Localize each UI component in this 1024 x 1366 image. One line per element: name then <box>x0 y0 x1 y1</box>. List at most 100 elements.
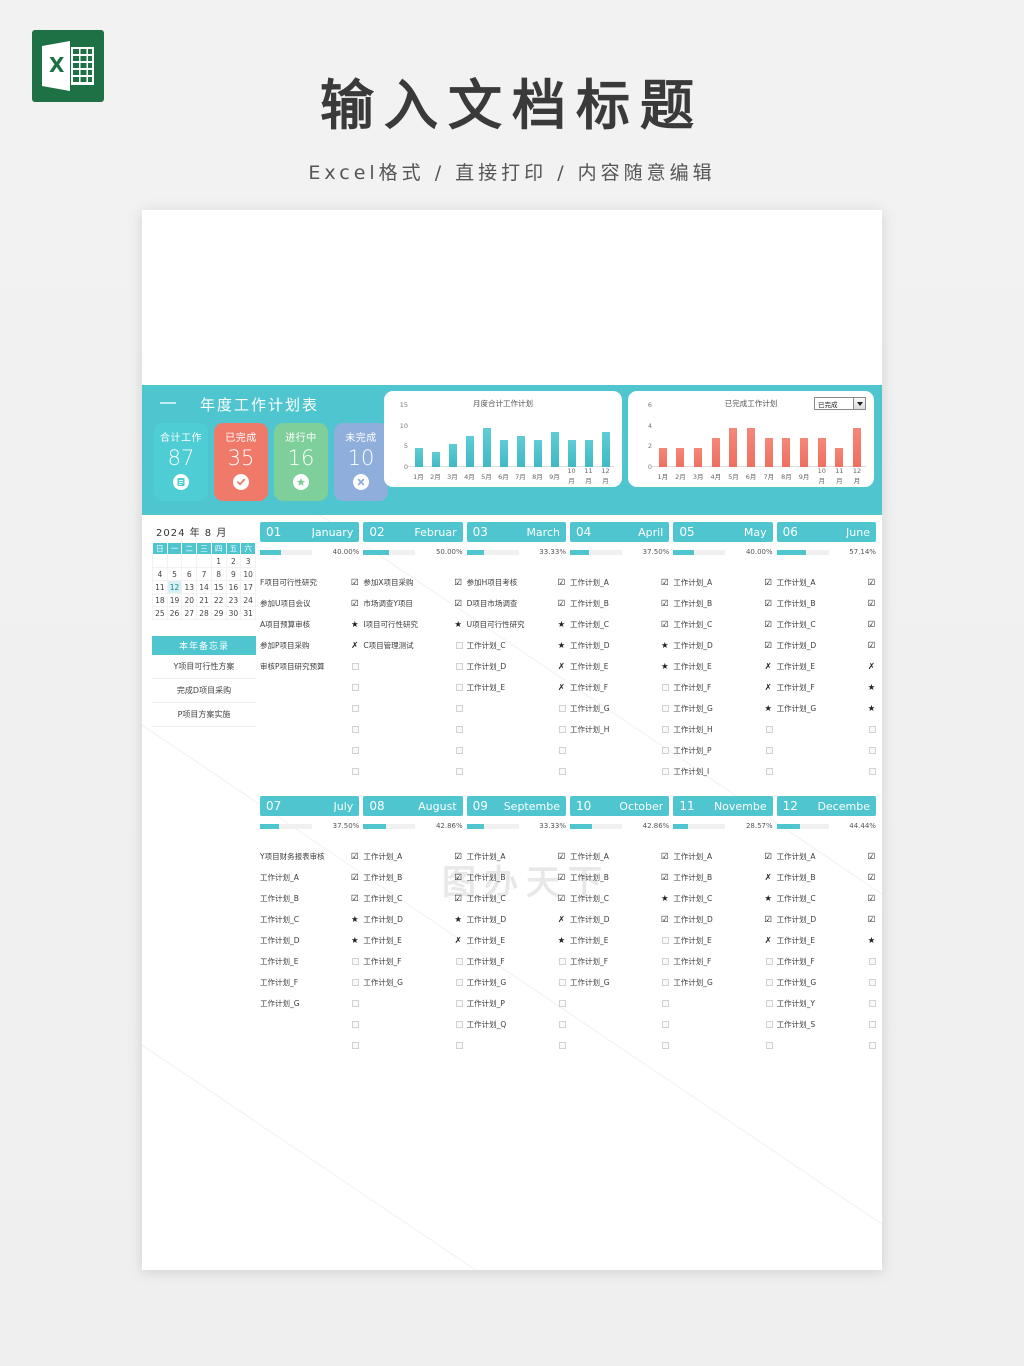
task-row[interactable]: 工作计划_S <box>777 1014 876 1035</box>
task-row[interactable]: 工作计划_G ★ <box>777 698 876 719</box>
task-row[interactable]: 工作计划_F <box>467 951 566 972</box>
checked-icon[interactable]: ☑ <box>454 852 463 862</box>
task-row[interactable]: 工作计划_F <box>260 972 360 993</box>
calendar-day-11[interactable]: 11 <box>152 580 168 594</box>
star-icon[interactable]: ★ <box>660 894 669 904</box>
empty-checkbox-icon[interactable] <box>662 1042 670 1049</box>
task-row[interactable] <box>777 761 876 782</box>
calendar-day-14[interactable]: 14 <box>196 580 212 594</box>
task-row[interactable]: 工作计划_A ☑ <box>570 846 669 867</box>
empty-checkbox-icon[interactable] <box>455 1042 463 1049</box>
checked-icon[interactable]: ☑ <box>660 578 669 588</box>
empty-checkbox-icon[interactable] <box>868 768 876 775</box>
star-icon[interactable]: ★ <box>867 936 876 946</box>
checked-icon[interactable]: ☑ <box>557 578 566 588</box>
task-row[interactable] <box>260 761 360 782</box>
task-row[interactable]: 工作计划_A ☑ <box>777 572 876 593</box>
task-row[interactable]: 工作计划_F ★ <box>777 677 876 698</box>
task-row[interactable] <box>363 761 463 782</box>
task-row[interactable]: 工作计划_F <box>777 951 876 972</box>
checked-icon[interactable]: ☑ <box>764 599 773 609</box>
empty-checkbox-icon[interactable] <box>765 1021 773 1028</box>
checked-icon[interactable]: ☑ <box>557 873 566 883</box>
empty-checkbox-icon[interactable] <box>558 979 566 986</box>
task-row[interactable]: 工作计划_P <box>467 993 566 1014</box>
task-row[interactable] <box>777 719 876 740</box>
calendar-day-24[interactable]: 24 <box>240 593 256 607</box>
calendar-day-9[interactable]: 9 <box>225 567 242 581</box>
task-row[interactable]: 工作计划_G <box>570 972 670 993</box>
empty-checkbox-icon[interactable] <box>455 958 463 965</box>
cross-icon[interactable]: ✗ <box>557 662 566 672</box>
task-row[interactable]: 工作计划_I <box>673 761 773 782</box>
stat-card-incomplete[interactable]: 未完成 10 <box>334 423 388 501</box>
empty-checkbox-icon[interactable] <box>868 1000 876 1007</box>
task-row[interactable]: 参加P项目采购 ✗ <box>260 635 359 656</box>
task-row[interactable] <box>260 1035 360 1056</box>
star-icon[interactable]: ★ <box>660 662 669 672</box>
task-row[interactable] <box>467 698 566 719</box>
task-row[interactable]: 工作计划_B ☑ <box>777 593 876 614</box>
task-row[interactable]: 工作计划_E ✗ <box>673 930 772 951</box>
task-row[interactable]: 工作计划_A ☑ <box>777 846 876 867</box>
task-row[interactable]: 工作计划_G <box>467 972 566 993</box>
calendar-day-28[interactable]: 28 <box>196 606 212 620</box>
task-row[interactable]: A项目预算审核 ★ <box>260 614 359 635</box>
empty-checkbox-icon[interactable] <box>765 979 773 986</box>
task-row[interactable]: 市场调查Y项目 ☑ <box>363 593 462 614</box>
checked-icon[interactable]: ☑ <box>557 852 566 862</box>
memo-item[interactable]: Y项目可行性方案 <box>152 655 256 679</box>
task-row[interactable]: 工作计划_D ✗ <box>467 656 566 677</box>
task-row[interactable] <box>260 698 360 719</box>
calendar-day-18[interactable]: 18 <box>152 593 168 607</box>
empty-checkbox-icon[interactable] <box>352 663 360 670</box>
task-row[interactable]: 工作计划_Q <box>467 1014 566 1035</box>
task-row[interactable] <box>363 719 463 740</box>
star-icon[interactable]: ★ <box>454 620 463 630</box>
task-row[interactable]: 工作计划_E ✗ <box>363 930 462 951</box>
task-row[interactable]: 工作计划_F <box>570 677 670 698</box>
calendar-day-5[interactable]: 5 <box>166 567 183 581</box>
task-row[interactable]: 工作计划_A ☑ <box>673 846 772 867</box>
task-row[interactable]: 工作计划_F <box>363 951 463 972</box>
empty-checkbox-icon[interactable] <box>455 705 463 712</box>
checked-icon[interactable]: ☑ <box>867 578 876 588</box>
calendar-day-12[interactable]: 12 <box>166 580 183 594</box>
task-row[interactable]: 工作计划_E ✗ <box>467 677 566 698</box>
calendar-day-13[interactable]: 13 <box>181 580 198 594</box>
empty-checkbox-icon[interactable] <box>868 747 876 754</box>
task-row[interactable]: 审核P项目研究预算 <box>260 656 360 677</box>
task-row[interactable] <box>363 993 463 1014</box>
task-row[interactable] <box>777 1035 876 1056</box>
task-row[interactable] <box>260 677 360 698</box>
task-row[interactable]: 工作计划_G <box>673 972 773 993</box>
task-row[interactable]: 工作计划_C ★ <box>260 909 359 930</box>
empty-checkbox-icon[interactable] <box>352 726 360 733</box>
task-row[interactable]: 工作计划_B ☑ <box>467 867 566 888</box>
task-row[interactable]: 工作计划_D ☑ <box>673 909 772 930</box>
task-row[interactable]: 工作计划_D ☑ <box>570 909 669 930</box>
task-row[interactable] <box>777 740 876 761</box>
empty-checkbox-icon[interactable] <box>662 747 670 754</box>
task-row[interactable]: 工作计划_C ★ <box>673 888 772 909</box>
empty-checkbox-icon[interactable] <box>765 1042 773 1049</box>
checked-icon[interactable]: ☑ <box>764 852 773 862</box>
task-row[interactable] <box>363 698 463 719</box>
cross-icon[interactable]: ✗ <box>454 936 463 946</box>
stat-card-total[interactable]: 合计工作 87 <box>154 423 208 501</box>
task-row[interactable]: F项目可行性研究 ☑ <box>260 572 359 593</box>
empty-checkbox-icon[interactable] <box>868 1021 876 1028</box>
calendar-day-6[interactable]: 6 <box>181 567 198 581</box>
checked-icon[interactable]: ☑ <box>454 873 463 883</box>
empty-checkbox-icon[interactable] <box>765 1000 773 1007</box>
task-row[interactable] <box>260 1014 360 1035</box>
checked-icon[interactable]: ☑ <box>660 852 669 862</box>
star-icon[interactable]: ★ <box>660 641 669 651</box>
task-row[interactable]: 参加X项目采购 ☑ <box>363 572 462 593</box>
task-row[interactable]: 工作计划_D ☑ <box>777 909 876 930</box>
task-row[interactable] <box>363 656 463 677</box>
memo-item[interactable]: 完成D项目采购 <box>152 679 256 703</box>
calendar-day-25[interactable]: 25 <box>152 606 168 620</box>
checked-icon[interactable]: ☑ <box>867 873 876 883</box>
empty-checkbox-icon[interactable] <box>868 1042 876 1049</box>
